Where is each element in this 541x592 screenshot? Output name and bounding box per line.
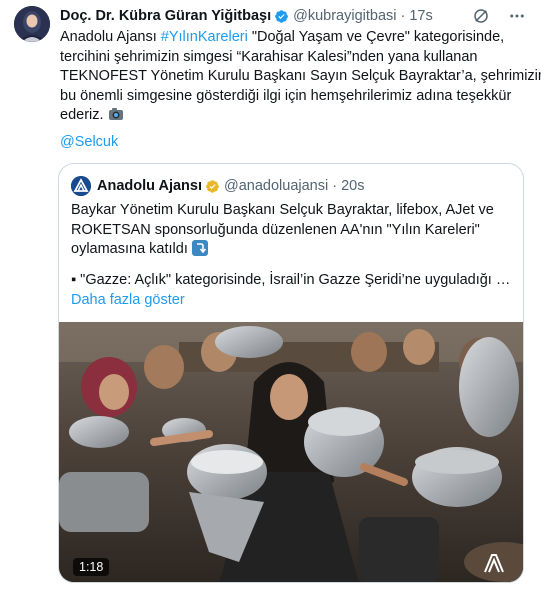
camera-emoji-icon: [108, 107, 124, 121]
tweet-text: Anadolu Ajansı #YılınKareleri "Doğal Yaş…: [60, 28, 541, 126]
video-media[interactable]: 1:18: [59, 322, 523, 582]
grok-icon[interactable]: [471, 6, 491, 26]
video-duration-badge: 1:18: [73, 558, 110, 576]
quoted-separator-dot: ·: [332, 178, 338, 194]
quoted-bullet-text: ▪ "Gazze: Açlık" kategorisinde, İsrail’i…: [71, 272, 511, 288]
tweet-text-line-2: tercihini şehrimizin simgesi “Karahisar …: [60, 48, 478, 65]
tweet-text-line-4: bu önemli simgesine gösterdiği ilgi için…: [60, 87, 512, 104]
tweet-text-line-1b: "Doğal Yaşam ve Çevre" kategorisinde,: [247, 29, 505, 45]
tweet-text-line-3: TEKNOFEST Yönetim Kurulu Başkanı Sayın S…: [60, 68, 541, 84]
separator-dot: ·: [400, 8, 406, 24]
tweet-text-line-5: ederiz.: [60, 107, 104, 123]
author-avatar[interactable]: [14, 6, 50, 42]
arrow-down-emoji-icon: [191, 240, 208, 256]
anadolu-logo-watermark-icon: [483, 552, 505, 574]
tweet-time[interactable]: 17s: [409, 8, 432, 24]
tweet-header: Doç. Dr. Kübra Güran Yiğitbaşı @kubrayig…: [60, 6, 527, 26]
quoted-tweet-text: Baykar Yönetim Kurulu Başkanı Selçuk Bay…: [71, 201, 511, 260]
author-handle[interactable]: @kubrayigitbasi: [293, 8, 396, 24]
show-more-link[interactable]: Daha fazla göster: [71, 292, 185, 308]
more-options-icon[interactable]: [507, 6, 527, 26]
quoted-author-avatar[interactable]: [71, 176, 91, 196]
quoted-tweet-header: Anadolu Ajansı @anadoluajansi · 20s: [71, 176, 364, 196]
quoted-text-line-3: oylamasına katıldı: [71, 241, 188, 257]
mention-link[interactable]: @Selcuk: [60, 134, 118, 150]
verified-badge-icon: [274, 9, 289, 24]
quoted-text-line-2: ROKETSAN sponsorluğunda düzenlenen AA'nı…: [71, 221, 480, 238]
quoted-text-line-1: Baykar Yönetim Kurulu Başkanı Selçuk Bay…: [71, 202, 494, 218]
tweet[interactable]: Doç. Dr. Kübra Güran Yiğitbaşı @kubrayig…: [0, 0, 541, 592]
quoted-author-name[interactable]: Anadolu Ajansı: [97, 178, 202, 194]
video-thumbnail-image: [59, 322, 523, 582]
quoted-author-handle[interactable]: @anadoluajansi: [224, 178, 328, 194]
hashtag-link[interactable]: #YılınKareleri: [161, 29, 248, 45]
tweet-text-line-1a: Anadolu Ajansı: [60, 29, 161, 45]
quoted-tweet[interactable]: Anadolu Ajansı @anadoluajansi · 20s Bayk…: [58, 163, 524, 583]
gold-verified-badge-icon: [205, 179, 220, 194]
quoted-tweet-time[interactable]: 20s: [341, 178, 364, 194]
author-name[interactable]: Doç. Dr. Kübra Güran Yiğitbaşı: [60, 8, 271, 24]
